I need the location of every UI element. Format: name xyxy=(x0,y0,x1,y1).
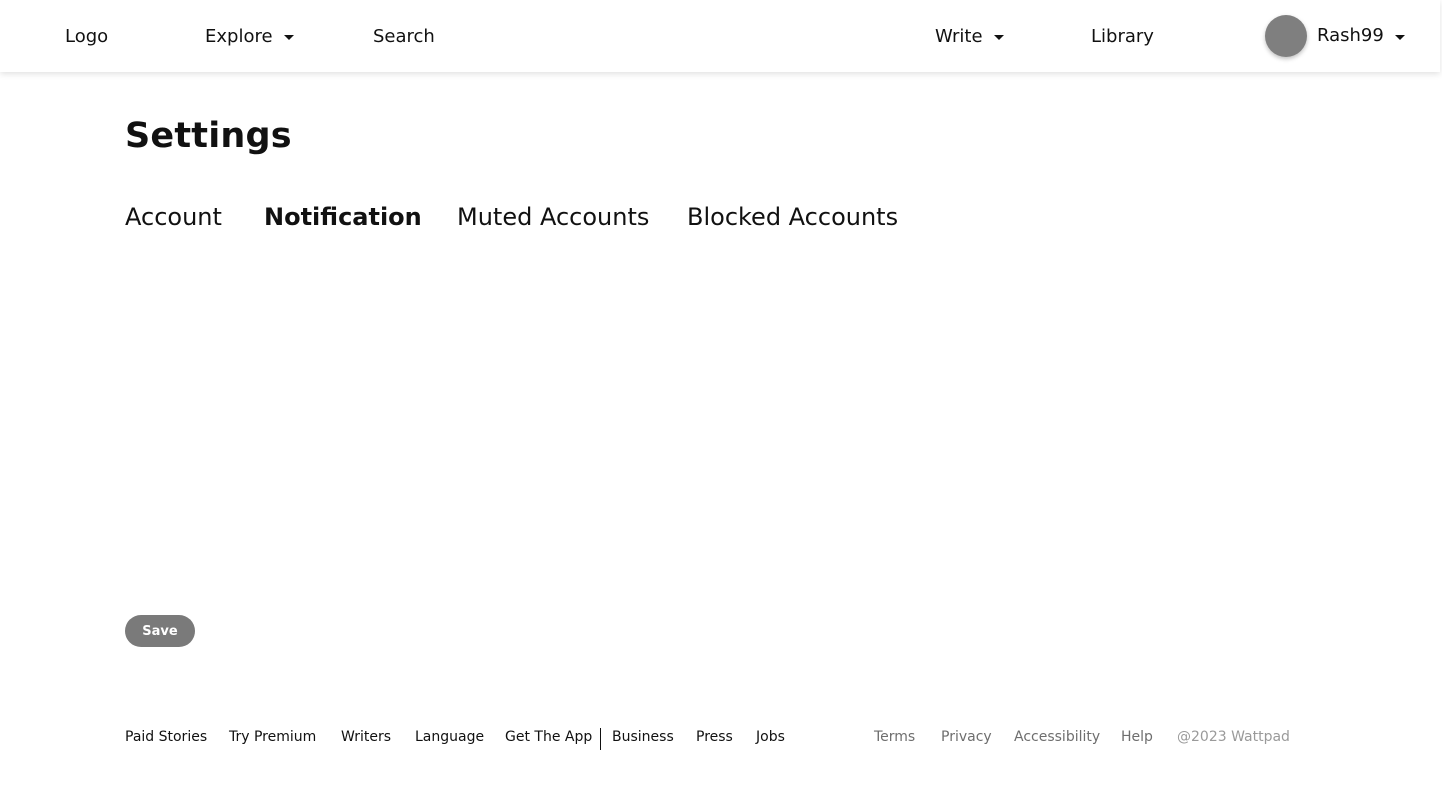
search-link[interactable]: Search xyxy=(373,0,435,72)
explore-menu[interactable]: Explore xyxy=(205,0,294,72)
tab-notification[interactable]: Notification xyxy=(264,203,422,231)
footer-link-paid-stories[interactable]: Paid Stories xyxy=(125,729,207,745)
footer-link-privacy[interactable]: Privacy xyxy=(941,729,992,745)
footer-link-terms[interactable]: Terms xyxy=(874,729,915,745)
footer-link-jobs[interactable]: Jobs xyxy=(756,729,785,745)
write-menu[interactable]: Write xyxy=(935,0,1004,72)
caret-down-icon xyxy=(993,35,1004,40)
caret-down-icon xyxy=(1394,34,1405,40)
save-button[interactable]: Save xyxy=(125,615,195,647)
footer-link-language[interactable]: Language xyxy=(415,729,484,745)
footer-link-business[interactable]: Business xyxy=(612,729,674,745)
footer-link-press[interactable]: Press xyxy=(696,729,733,745)
top-navigation-bar: Logo Explore Search Write Library Rash99 xyxy=(0,0,1440,72)
tab-muted-accounts[interactable]: Muted Accounts xyxy=(457,203,649,231)
footer-link-accessibility[interactable]: Accessibility xyxy=(1014,729,1100,745)
caret-down-icon xyxy=(283,35,294,40)
footer-link-writers[interactable]: Writers xyxy=(341,729,391,745)
tab-account[interactable]: Account xyxy=(125,203,222,231)
footer-link-get-the-app[interactable]: Get The App xyxy=(505,729,592,745)
tab-blocked-accounts[interactable]: Blocked Accounts xyxy=(687,203,898,231)
user-avatar[interactable] xyxy=(1265,15,1307,57)
explore-label: Explore xyxy=(205,25,273,47)
copyright-text: @2023 Wattpad xyxy=(1177,729,1290,745)
write-label: Write xyxy=(935,25,983,47)
footer-divider xyxy=(600,728,601,750)
page-title: Settings xyxy=(125,116,292,156)
footer-link-help[interactable]: Help xyxy=(1121,729,1153,745)
library-link[interactable]: Library xyxy=(1091,0,1154,72)
user-menu[interactable]: Rash99 xyxy=(1317,0,1405,71)
username-label: Rash99 xyxy=(1317,24,1384,46)
footer-link-try-premium[interactable]: Try Premium xyxy=(229,729,316,745)
logo[interactable]: Logo xyxy=(65,0,108,72)
